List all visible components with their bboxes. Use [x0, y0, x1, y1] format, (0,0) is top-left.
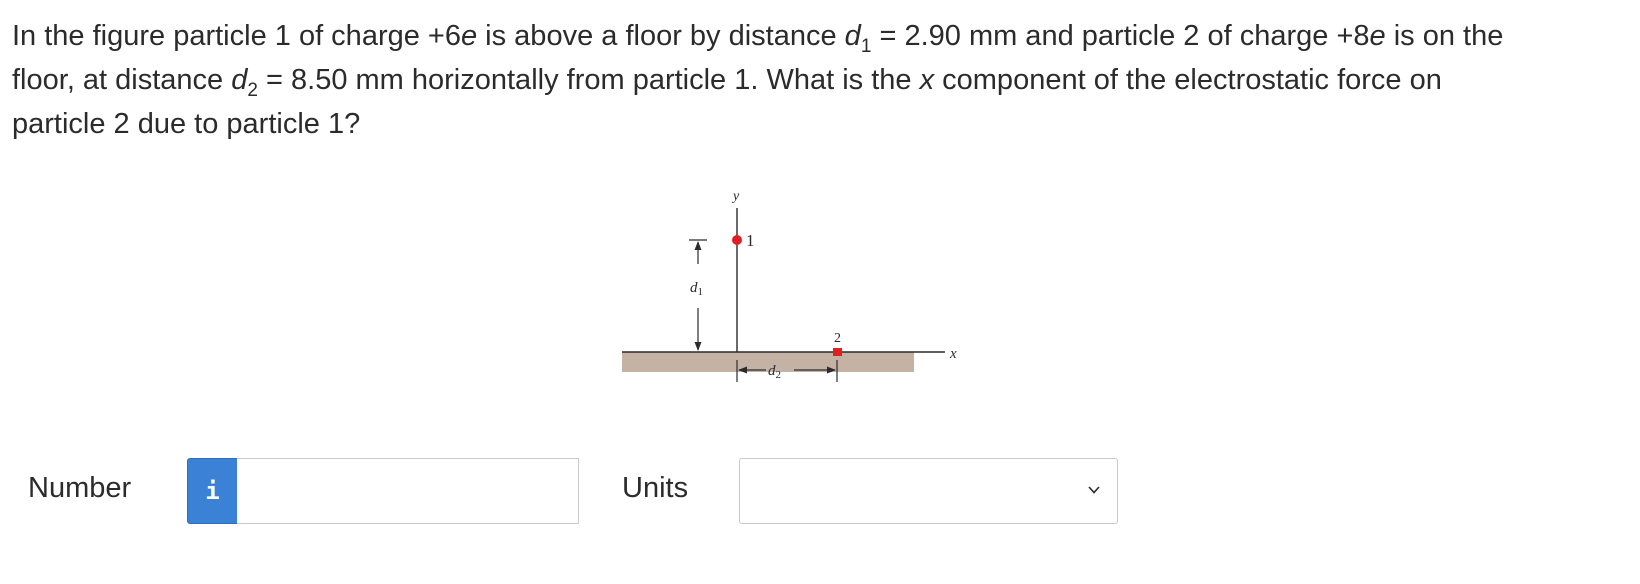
answer-row: Number i Units — [0, 458, 1640, 528]
chevron-down-icon — [1088, 486, 1100, 494]
info-icon: i — [205, 477, 220, 505]
units-select[interactable] — [739, 458, 1118, 524]
question-line-1: In the figure particle 1 of charge +6e i… — [12, 20, 1504, 57]
d1-upper-arrowhead — [694, 241, 702, 250]
particle-1-label: 1 — [746, 231, 755, 250]
number-input[interactable] — [237, 458, 579, 524]
info-button[interactable]: i — [187, 458, 238, 524]
question-line-2: floor, at distance d2 = 8.50 mm horizont… — [12, 64, 1442, 101]
x-axis-label: x — [949, 346, 957, 362]
d1-label: d1 — [690, 280, 703, 298]
units-label: Units — [622, 472, 689, 504]
physics-figure: x y 1 2 d1 d2 — [622, 189, 957, 382]
particle-2-label: 2 — [834, 331, 841, 346]
particle-2 — [833, 348, 842, 356]
number-label: Number — [28, 472, 132, 504]
question-line-3: particle 2 due to particle 1? — [12, 108, 361, 140]
question-text: In the figure particle 1 of charge +6e i… — [12, 14, 1627, 146]
d1-lower-arrowhead — [694, 342, 702, 351]
y-axis-label: y — [731, 189, 740, 204]
particle-1 — [732, 235, 742, 245]
